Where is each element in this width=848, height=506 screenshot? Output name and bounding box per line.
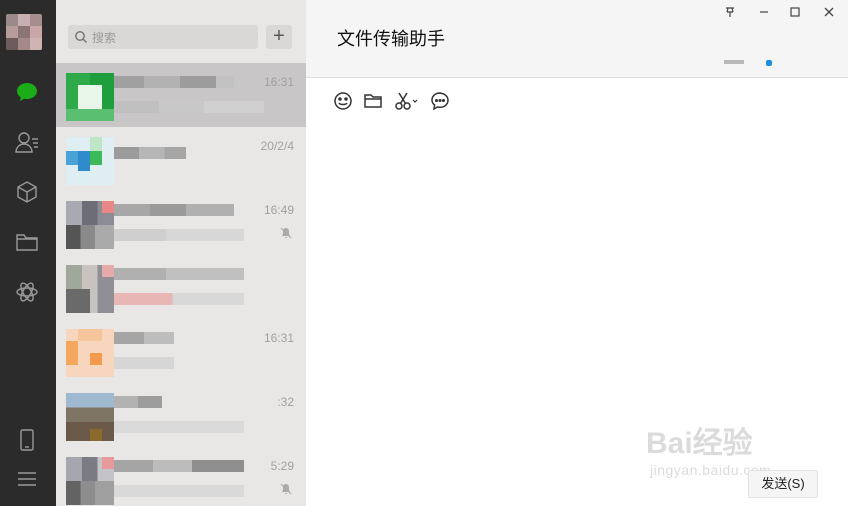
session-name xyxy=(114,76,234,88)
chat-panel: 文件传输助手 Bai经验 jingyan.baidu.com 发送(S) xyxy=(306,0,848,506)
session-preview xyxy=(114,229,244,241)
mute-icon xyxy=(280,483,292,495)
list-item[interactable]: 20/2/4 xyxy=(56,127,306,191)
message-input[interactable] xyxy=(306,122,848,462)
session-time: :32 xyxy=(277,395,294,409)
session-name xyxy=(114,396,162,408)
list-item[interactable]: 16:31 xyxy=(56,63,306,127)
list-item[interactable]: 16:31 xyxy=(56,319,306,383)
folder-icon[interactable] xyxy=(362,90,384,112)
session-time: 16:49 xyxy=(263,203,294,217)
session-preview xyxy=(114,101,264,113)
message-area[interactable] xyxy=(306,60,848,78)
add-button[interactable]: + xyxy=(266,25,292,49)
session-name xyxy=(114,147,186,159)
scissors-icon[interactable] xyxy=(393,90,419,112)
list-item[interactable] xyxy=(56,255,306,319)
session-name xyxy=(114,460,244,472)
wechat-window: 搜索 + 16:31 20/2/4 16:49 16:31:32 5:29 文… xyxy=(0,0,848,506)
avatar xyxy=(66,457,114,505)
session-time: 16:31 xyxy=(263,75,294,89)
chat-icon[interactable] xyxy=(14,79,40,105)
chat-bubble-icon[interactable] xyxy=(429,90,451,112)
session-preview xyxy=(114,421,244,433)
avatar xyxy=(66,393,114,441)
avatar xyxy=(66,137,114,185)
emoji-icon[interactable] xyxy=(332,90,354,112)
session-time: 16:31 xyxy=(263,331,294,345)
avatar xyxy=(66,329,114,377)
search-placeholder: 搜索 xyxy=(92,31,117,45)
avatar xyxy=(66,201,114,249)
session-preview xyxy=(114,357,174,369)
session-preview xyxy=(114,485,244,497)
avatar xyxy=(66,73,114,121)
menu-icon[interactable] xyxy=(14,466,40,492)
list-item[interactable]: 5:29 xyxy=(56,447,306,506)
search-input[interactable]: 搜索 xyxy=(68,25,258,49)
session-list: 搜索 + 16:31 20/2/4 16:49 16:31:32 5:29 xyxy=(56,0,306,506)
chat-title: 文件传输助手 xyxy=(337,29,445,49)
session-time: 20/2/4 xyxy=(260,139,294,153)
list-item[interactable]: 16:49 xyxy=(56,191,306,255)
moments-icon[interactable] xyxy=(14,279,40,305)
list-item[interactable]: :32 xyxy=(56,383,306,447)
search-icon xyxy=(75,31,88,44)
input-toolbar xyxy=(306,78,848,122)
minimize-icon[interactable] xyxy=(756,6,772,22)
session-name xyxy=(114,268,244,280)
session-name xyxy=(114,204,234,216)
avatar[interactable] xyxy=(6,14,42,50)
cube-icon[interactable] xyxy=(14,179,40,205)
mute-icon xyxy=(280,227,292,239)
watermark-text: Bai经验 xyxy=(646,427,753,460)
maximize-icon[interactable] xyxy=(787,6,803,22)
session-name xyxy=(114,332,174,344)
avatar xyxy=(66,265,114,313)
folder-icon[interactable] xyxy=(14,229,40,255)
contacts-icon[interactable] xyxy=(14,129,40,155)
phone-icon[interactable] xyxy=(14,427,40,453)
session-time: 5:29 xyxy=(270,459,294,473)
chat-header: 文件传输助手 xyxy=(306,0,848,63)
session-preview xyxy=(114,293,244,305)
pin-icon[interactable] xyxy=(722,6,738,22)
sidebar xyxy=(0,0,56,506)
send-button[interactable]: 发送(S) xyxy=(748,470,818,498)
close-icon[interactable] xyxy=(821,6,837,22)
